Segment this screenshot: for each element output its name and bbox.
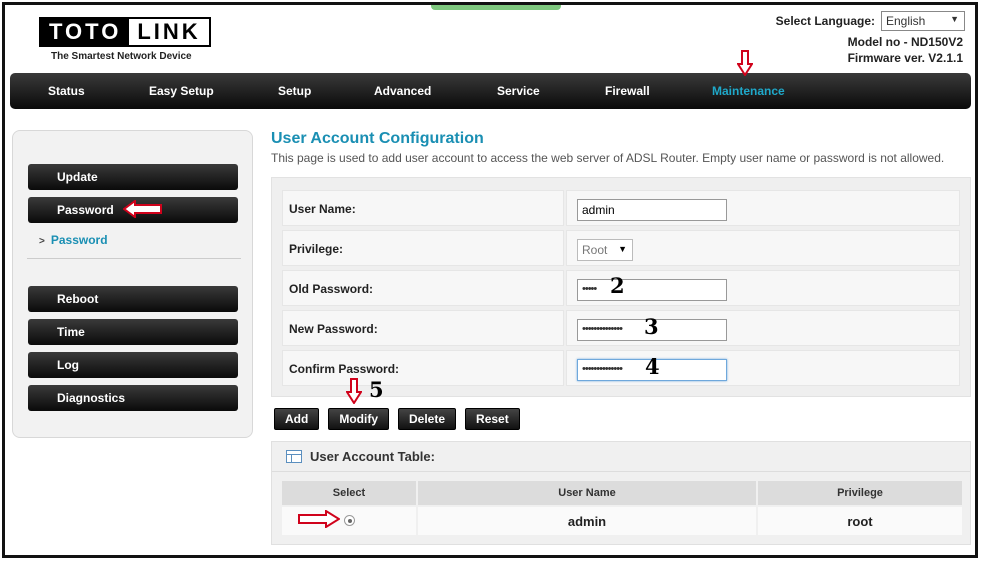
column-header-select: Select bbox=[282, 481, 416, 505]
sidebar: Update Password > Password Reboot Time Lo… bbox=[12, 130, 253, 438]
top-accent-bar bbox=[431, 5, 561, 10]
nav-maintenance[interactable]: Maintenance bbox=[712, 84, 785, 98]
column-header-username: User Name bbox=[418, 481, 756, 505]
sidebar-item-update[interactable]: Update bbox=[28, 164, 238, 190]
confirm-password-cell: •••••••••••••• bbox=[566, 350, 960, 386]
privilege-value: Root bbox=[582, 243, 608, 257]
sidebar-item-reboot[interactable]: Reboot bbox=[28, 286, 238, 312]
table-header: User Account Table: bbox=[286, 449, 435, 464]
red-arrow-down-icon bbox=[346, 378, 362, 404]
model-info: Model no - ND150V2 Firmware ver. V2.1.1 bbox=[848, 34, 963, 66]
old-password-input[interactable]: ••••• bbox=[577, 279, 727, 301]
privilege-cell: Root ▼ bbox=[566, 230, 960, 266]
logo-text-toto: TOTO bbox=[41, 19, 130, 45]
old-password-cell: ••••• bbox=[566, 270, 960, 306]
form-row-username: User Name: bbox=[282, 190, 960, 226]
logo-text-link: LINK bbox=[129, 19, 209, 45]
logo-box: TOTO LINK bbox=[39, 17, 211, 47]
sidebar-subitem-label: Password bbox=[50, 233, 108, 247]
new-password-cell: •••••••••••••• bbox=[566, 310, 960, 346]
sidebar-item-diagnostics[interactable]: Diagnostics bbox=[28, 385, 238, 411]
row-select-radio[interactable] bbox=[343, 515, 355, 526]
nav-status[interactable]: Status bbox=[48, 84, 85, 98]
language-value: English bbox=[886, 14, 926, 28]
red-arrow-right-icon bbox=[298, 510, 340, 528]
nav-setup[interactable]: Setup bbox=[278, 84, 311, 98]
step-number-2: 2 bbox=[610, 273, 625, 298]
new-password-label: New Password: bbox=[282, 310, 564, 346]
table-icon bbox=[286, 450, 302, 463]
form-row-confirm-password: Confirm Password: •••••••••••••• bbox=[282, 350, 960, 386]
page-description: This page is used to add user account to… bbox=[271, 151, 945, 165]
sidebar-subitem-password[interactable]: > Password bbox=[39, 233, 108, 247]
red-arrow-down-icon bbox=[737, 50, 753, 76]
table-title-divider bbox=[272, 471, 970, 472]
language-label: Select Language: bbox=[775, 14, 875, 28]
add-button[interactable]: Add bbox=[274, 408, 320, 430]
reset-button[interactable]: Reset bbox=[465, 408, 520, 430]
step-number-5: 5 bbox=[369, 377, 384, 402]
model-number: Model no - ND150V2 bbox=[847, 35, 963, 49]
modify-button[interactable]: Modify bbox=[328, 408, 389, 430]
nav-firewall[interactable]: Firewall bbox=[605, 84, 650, 98]
step-number-4: 4 bbox=[645, 354, 660, 379]
sidebar-item-log[interactable]: Log bbox=[28, 352, 238, 378]
language-dropdown[interactable]: English ▼ bbox=[881, 11, 965, 31]
privilege-label: Privilege: bbox=[282, 230, 564, 266]
step-number-3: 3 bbox=[644, 314, 659, 339]
page-title: User Account Configuration bbox=[271, 130, 484, 147]
main-nav: Status Easy Setup Setup Advanced Service… bbox=[10, 73, 971, 109]
column-header-privilege: Privilege bbox=[758, 481, 962, 505]
red-arrow-left-icon bbox=[123, 200, 162, 218]
nav-easy-setup[interactable]: Easy Setup bbox=[149, 84, 214, 98]
form-row-privilege: Privilege: Root ▼ bbox=[282, 230, 960, 266]
chevron-down-icon: ▼ bbox=[950, 14, 959, 24]
nav-service[interactable]: Service bbox=[497, 84, 540, 98]
bullet-icon: > bbox=[39, 236, 45, 247]
confirm-password-label: Confirm Password: bbox=[282, 350, 564, 386]
language-selector: Select Language: English ▼ bbox=[776, 11, 965, 31]
chevron-down-icon: ▼ bbox=[618, 244, 627, 254]
logo-tagline: The Smartest Network Device bbox=[51, 51, 192, 62]
form-row-new-password: New Password: •••••••••••••• bbox=[282, 310, 960, 346]
screenshot-frame: TOTO LINK The Smartest Network Device Se… bbox=[2, 2, 978, 558]
table-title: User Account Table: bbox=[310, 449, 435, 464]
totolink-logo: TOTO LINK The Smartest Network Device bbox=[39, 17, 211, 62]
nav-advanced[interactable]: Advanced bbox=[374, 84, 431, 98]
firmware-version: Firmware ver. V2.1.1 bbox=[847, 51, 963, 65]
sidebar-item-time[interactable]: Time bbox=[28, 319, 238, 345]
username-label: User Name: bbox=[282, 190, 564, 226]
username-input[interactable] bbox=[577, 199, 727, 221]
privilege-select[interactable]: Root ▼ bbox=[577, 239, 633, 261]
action-buttons: Add Modify Delete Reset bbox=[274, 408, 520, 430]
user-account-table: User Account Table: Select User Name Pri… bbox=[271, 441, 971, 545]
username-cell bbox=[566, 190, 960, 226]
table-cell-username: admin bbox=[418, 507, 756, 535]
table-cell-privilege: root bbox=[758, 507, 962, 535]
delete-button[interactable]: Delete bbox=[398, 408, 457, 430]
sidebar-divider bbox=[27, 258, 241, 259]
old-password-label: Old Password: bbox=[282, 270, 564, 306]
